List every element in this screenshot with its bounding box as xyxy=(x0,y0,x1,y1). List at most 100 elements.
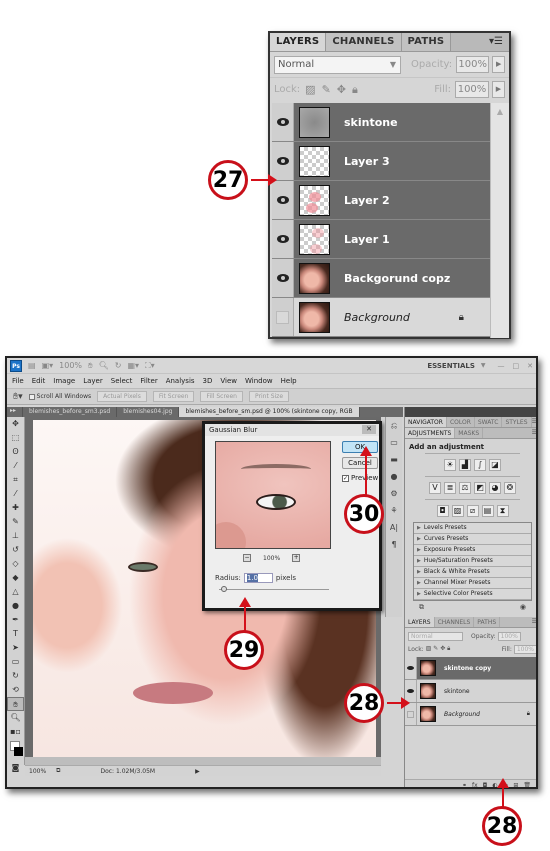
fill-slider-button[interactable]: ▶ xyxy=(492,81,505,98)
hand-icon[interactable]: ✋︎ xyxy=(88,361,93,371)
layer-style-icon[interactable]: fx xyxy=(472,782,478,787)
lock-move-icon[interactable]: ✥ xyxy=(337,83,346,97)
preset-item[interactable]: ▶ Curves Presets xyxy=(414,534,531,545)
scrollbar[interactable]: ▲ xyxy=(490,103,509,338)
preset-item[interactable]: ▶ Levels Presets xyxy=(414,523,531,534)
tab-channels[interactable]: CHANNELS xyxy=(326,33,402,51)
clone-stamp-tool-icon[interactable]: ⊥ xyxy=(7,529,24,543)
link-layers-icon[interactable]: ⚭ xyxy=(462,782,467,787)
crop-tool-icon[interactable]: ⌗ xyxy=(7,473,24,487)
visibility-icon[interactable]: ◉ xyxy=(520,603,526,611)
lock-icons[interactable]: ▨ ✎ ✥ 🔒︎ xyxy=(426,645,451,653)
info-icon[interactable]: ● xyxy=(386,468,402,485)
lock-transparent-icon[interactable]: ▨ xyxy=(305,83,315,97)
minimize-icon[interactable]: — xyxy=(498,362,505,370)
radius-slider[interactable] xyxy=(219,586,329,592)
tab-color[interactable]: COLOR xyxy=(447,417,475,427)
status-menu-icon[interactable]: ▶ xyxy=(195,768,200,775)
workspace-switcher[interactable]: ESSENTIALS xyxy=(427,362,475,370)
preset-item[interactable]: ▶ Exposure Presets xyxy=(414,545,531,556)
tab-masks[interactable]: MASKS xyxy=(455,428,484,438)
menu-analysis[interactable]: Analysis xyxy=(166,377,195,385)
gradient-map-icon[interactable]: ▤ xyxy=(481,505,494,517)
layer-row[interactable]: skintone copy xyxy=(405,657,536,680)
color-swatches[interactable] xyxy=(7,739,24,761)
panel-menu-icon[interactable]: ☰ xyxy=(532,618,536,625)
tab-paths[interactable]: PATHS xyxy=(401,33,452,51)
paint-bucket-tool-icon[interactable]: ◆ xyxy=(7,571,24,585)
hand-tool-icon[interactable]: ✋︎ xyxy=(7,697,24,711)
actual-pixels-button[interactable]: Actual Pixels xyxy=(97,391,147,402)
color-balance-icon[interactable]: ⚖ xyxy=(459,482,471,494)
preset-item[interactable]: ▶ Hue/Saturation Presets xyxy=(414,556,531,567)
visibility-toggle[interactable] xyxy=(272,220,294,258)
healing-brush-tool-icon[interactable]: ✚ xyxy=(7,501,24,515)
pen-tool-icon[interactable]: ✒ xyxy=(7,613,24,627)
quick-selection-tool-icon[interactable]: ⁄ xyxy=(7,459,24,473)
exposure-icon[interactable]: ◪ xyxy=(489,459,501,471)
tab-layers[interactable]: LAYERS xyxy=(405,617,435,627)
maximize-icon[interactable]: □ xyxy=(513,362,520,370)
opacity-field[interactable]: 100% xyxy=(497,631,521,641)
preview-checkbox[interactable]: ✓ Preview xyxy=(342,474,378,482)
slider-knob[interactable] xyxy=(221,586,227,592)
tab-navigator[interactable]: NAVIGATOR xyxy=(405,417,447,427)
new-layer-icon[interactable]: ⊞ xyxy=(513,782,518,787)
visibility-toggle[interactable] xyxy=(272,181,294,219)
screen-mode-icon[interactable]: ⛶▾ xyxy=(145,361,155,371)
close-icon[interactable]: ✕ xyxy=(362,425,376,434)
3d-orbit-tool-icon[interactable]: ⟲ xyxy=(7,683,24,697)
channel-mixer-icon[interactable]: ❂ xyxy=(504,482,516,494)
blur-tool-icon[interactable]: △ xyxy=(7,585,24,599)
tab-adjustments[interactable]: ADJUSTMENTS xyxy=(405,428,456,438)
marquee-tool-icon[interactable]: ⬚ xyxy=(7,431,24,445)
tab-channels[interactable]: CHANNELS xyxy=(435,617,475,627)
panel-menu-icon[interactable]: ☰ xyxy=(532,429,536,436)
doc-tab[interactable]: blemishes04.jpg xyxy=(117,407,180,417)
zoom-in-button[interactable]: + xyxy=(292,554,301,562)
horizontal-scrollbar[interactable] xyxy=(25,757,381,765)
radius-input[interactable]: 1.0 xyxy=(243,573,273,583)
photo-filter-icon[interactable]: ◕ xyxy=(489,482,501,494)
menu-help[interactable]: Help xyxy=(281,377,297,385)
delete-layer-icon[interactable]: 🗑︎ xyxy=(523,782,531,787)
blend-mode-select[interactable]: Normal ▼ xyxy=(274,55,401,74)
tab-paths[interactable]: PATHS xyxy=(474,617,501,627)
layer-row[interactable]: Background 🔒︎ xyxy=(405,703,536,726)
eyedropper-tool-icon[interactable]: ⁄ xyxy=(7,487,24,501)
lasso-tool-icon[interactable]: ʘ xyxy=(7,445,24,459)
fill-screen-button[interactable]: Fill Screen xyxy=(200,391,243,402)
hand-tool-preset-icon[interactable]: ✋︎▾ xyxy=(13,392,23,402)
default-colors-icon[interactable]: ▪▫ xyxy=(7,725,24,739)
rotate-icon[interactable]: ↻ xyxy=(115,361,122,370)
zoom-level-dropdown[interactable]: 100% xyxy=(59,361,82,370)
panel-menu-icon[interactable]: ▾☰ xyxy=(489,36,503,47)
dodge-tool-icon[interactable]: ● xyxy=(7,599,24,613)
type-tool-icon[interactable]: T xyxy=(7,627,24,641)
move-tool-icon[interactable]: ✥ xyxy=(7,417,24,431)
swatches-icon[interactable]: ▬ xyxy=(386,451,402,468)
layer-row[interactable]: skintone xyxy=(405,680,536,703)
path-selection-tool-icon[interactable]: ➤ xyxy=(7,641,24,655)
lock-all-icon[interactable]: 🔒︎ xyxy=(352,83,358,97)
scroll-all-windows-checkbox[interactable]: Scroll All Windows xyxy=(28,393,91,400)
rectangle-tool-icon[interactable]: ▭ xyxy=(7,655,24,669)
brushes-icon[interactable]: ⚘ xyxy=(386,502,402,519)
fill-field[interactable]: 100% xyxy=(513,644,536,654)
opacity-field[interactable]: 100% xyxy=(456,56,490,73)
print-size-button[interactable]: Print Size xyxy=(249,391,290,402)
fit-screen-button[interactable]: Fit Screen xyxy=(152,391,195,402)
view-extras-icon[interactable]: ▣▾ xyxy=(42,361,54,370)
fill-field[interactable]: 100% xyxy=(455,81,489,98)
tab-layers[interactable]: LAYERS xyxy=(270,33,327,51)
quick-mask-icon[interactable]: ◙ xyxy=(7,761,24,775)
history-icon[interactable]: ⎌ xyxy=(386,417,402,434)
zoom-tool-icon[interactable]: 🔍︎ xyxy=(7,711,24,725)
clip-icon[interactable]: ⧉ xyxy=(419,603,424,611)
selective-color-icon[interactable]: ⧗ xyxy=(496,505,509,517)
visibility-toggle[interactable] xyxy=(405,657,417,679)
history-brush-tool-icon[interactable]: ↺ xyxy=(7,543,24,557)
hue-saturation-icon[interactable]: ≣ xyxy=(444,482,456,494)
preset-item[interactable]: ▶ Black & White Presets xyxy=(414,567,531,578)
doc-tab-active[interactable]: blemishes_before_sm.psd @ 100% (skintone… xyxy=(179,407,360,417)
